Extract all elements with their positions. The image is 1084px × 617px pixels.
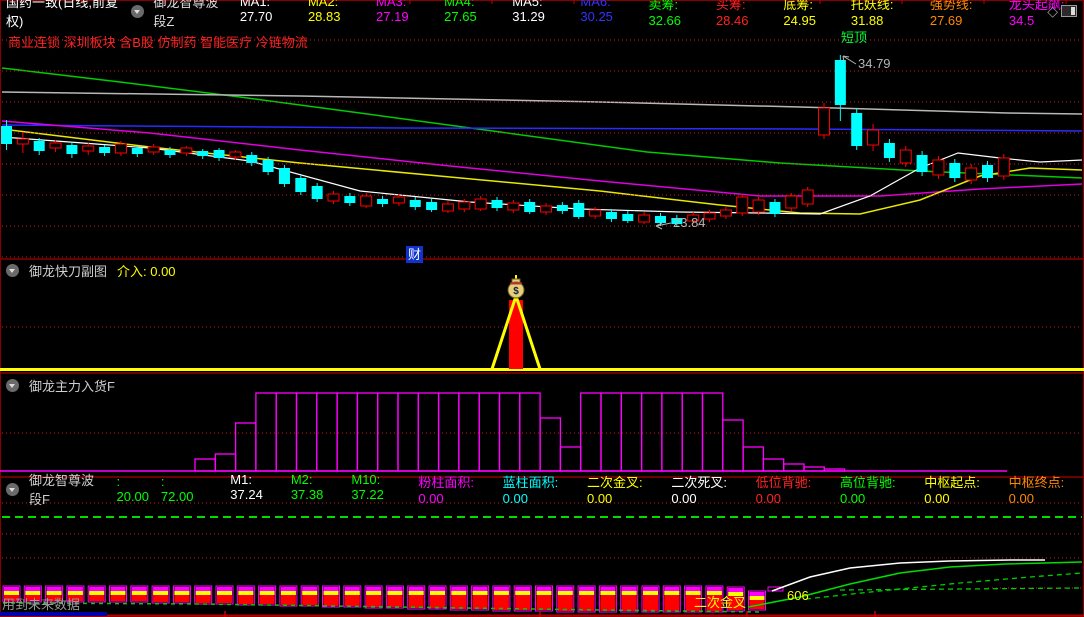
field: 中枢终点: 0.00 bbox=[1008, 475, 1065, 506]
main-chart-panel bbox=[1, 67, 1083, 215]
svg-text:$: $ bbox=[513, 286, 519, 297]
panel3-header: 御龙主力入货F bbox=[6, 376, 115, 395]
low-price-label: 23.84 bbox=[673, 215, 706, 230]
high-price-label: 34.79 bbox=[858, 56, 891, 71]
stock-title: 国药一致(日线,前复权) bbox=[6, 0, 118, 29]
field: 介入: 0.00 bbox=[117, 263, 176, 279]
field: 蓝柱面积: 0.00 bbox=[502, 475, 559, 506]
field: 低位背驰: 0.00 bbox=[755, 475, 812, 506]
panel2-fields: 介入: 0.00 bbox=[117, 261, 176, 280]
field: M2: 37.38 bbox=[290, 472, 324, 502]
field: 卖筹: 32.66 bbox=[648, 0, 682, 28]
chevron-down-icon[interactable] bbox=[6, 482, 19, 496]
inflow-histogram bbox=[194, 392, 846, 472]
field: 二次死叉: 0.00 bbox=[671, 475, 727, 506]
cai-watermark: 财 bbox=[406, 246, 423, 263]
field: MA1: 27.70 bbox=[239, 0, 273, 24]
field: 买筹: 28.46 bbox=[715, 0, 749, 28]
indicator-name[interactable]: 御龙智尊波段Z bbox=[153, 0, 230, 30]
field: 高位背驰: 0.00 bbox=[839, 475, 896, 506]
title-bar: 国药一致(日线,前复权) 御龙智尊波段Z MA1: 27.70 MA2: 28.8… bbox=[6, 0, 1084, 29]
field: MA5: 31.29 bbox=[512, 0, 545, 24]
green-dashed-b bbox=[839, 587, 1083, 591]
field: MA6: 30.25 bbox=[580, 0, 613, 24]
titlebar-fields: MA1: 27.70 MA2: 28.83 MA3: 27.19 MA4: 27.65… bbox=[240, 0, 1084, 28]
ma-blue bbox=[1, 124, 1083, 132]
panel4-title[interactable]: 御龙智尊波段F bbox=[29, 470, 106, 508]
field: : 72.00 bbox=[160, 474, 194, 504]
knife-baseline bbox=[0, 368, 1084, 371]
field: 强势线: 27.69 bbox=[929, 0, 973, 28]
chevron-down-icon[interactable] bbox=[6, 378, 19, 392]
field: : 20.00 bbox=[116, 474, 150, 504]
short-top-label: 短顶 bbox=[841, 30, 868, 45]
panel4-params: : 20.00 : 72.00 bbox=[116, 474, 196, 504]
field: M1: 37.24 bbox=[230, 472, 263, 502]
field: 托妖线: 31.88 bbox=[850, 0, 894, 28]
band-bars bbox=[2, 585, 766, 613]
panel2-title[interactable]: 御龙快刀副图 bbox=[29, 261, 107, 280]
scrollbar-thumb[interactable] bbox=[0, 612, 107, 616]
golden-cross-label: 二次金叉 bbox=[694, 595, 747, 610]
window-layout-icon[interactable] bbox=[1061, 5, 1077, 17]
field: 中枢起点: 0.00 bbox=[924, 475, 980, 506]
future-data-warning: 用到未来数据 bbox=[2, 597, 81, 612]
field: 粉柱面积: 0.00 bbox=[418, 475, 474, 506]
panel4-header: 御龙智尊波段F : 20.00 : 72.00 M1: 37.24 M2: 37.3… bbox=[6, 472, 1084, 507]
num-606-label: 606 bbox=[787, 588, 809, 603]
charts-canvas: $ bbox=[0, 0, 1084, 617]
field: MA3: 27.19 bbox=[376, 0, 409, 24]
field: 二次金叉: 0.00 bbox=[586, 475, 643, 506]
green-dashed-a bbox=[805, 572, 1083, 600]
sector-tags[interactable]: 商业连锁 深圳板块 含B股 仿制药 智能医疗 冷链物流 bbox=[8, 35, 308, 51]
panel2-header: 御龙快刀副图 介入: 0.00 bbox=[6, 261, 176, 280]
ma-gray bbox=[1, 91, 1083, 115]
field: M10: 37.22 bbox=[351, 472, 384, 502]
diamond-icon[interactable]: ◇ bbox=[1047, 3, 1058, 19]
field: 底筹: 24.95 bbox=[783, 0, 816, 28]
chevron-down-icon[interactable] bbox=[131, 4, 145, 18]
chevron-down-icon[interactable] bbox=[6, 263, 19, 277]
field: MA4: 27.65 bbox=[444, 0, 477, 24]
trading-app-window: $ 国药一致(日线,前复权) 御龙智尊波段Z MA1: 27.70 MA2: 28… bbox=[0, 0, 1084, 617]
money-bag-icon: $ bbox=[507, 275, 525, 299]
panel3-title[interactable]: 御龙主力入货F bbox=[29, 376, 115, 395]
panel4-fields: M1: 37.24 M2: 37.38 M10: 37.22 粉柱面积: 0.00 蓝柱… bbox=[230, 472, 1084, 506]
field: MA2: 28.83 bbox=[307, 0, 341, 24]
